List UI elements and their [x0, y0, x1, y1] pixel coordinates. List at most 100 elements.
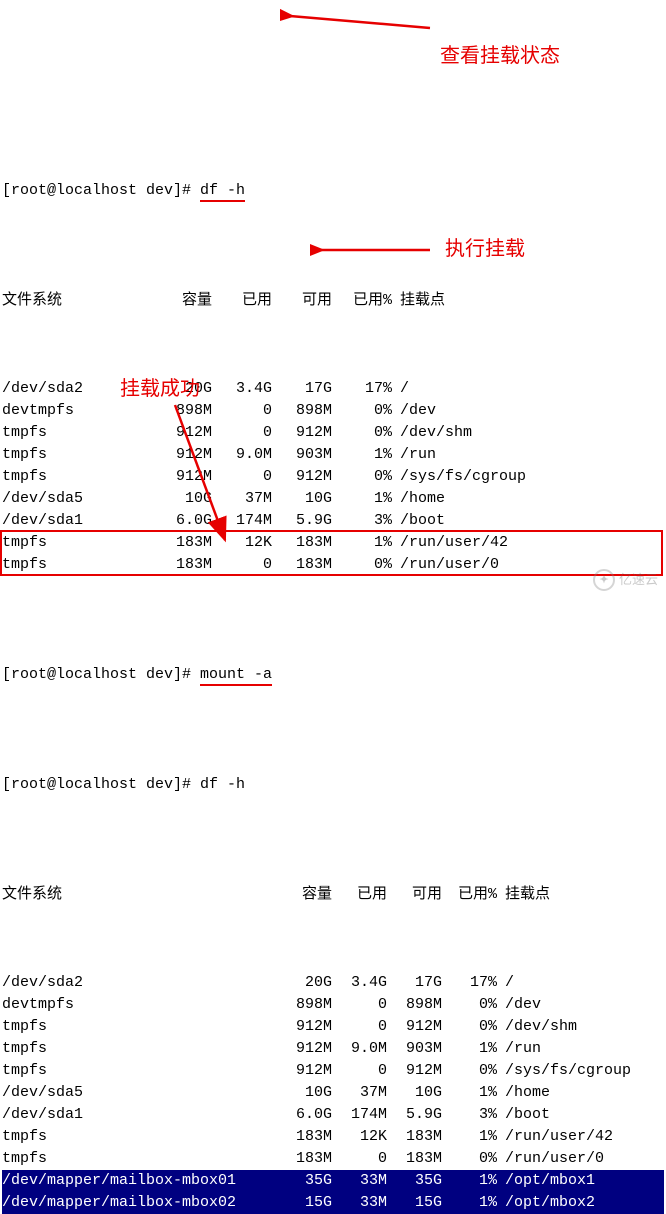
cell-used: 174M	[332, 1104, 387, 1126]
cell-size: 912M	[277, 1016, 332, 1038]
cell-fs: tmpfs	[2, 554, 152, 576]
hdr-usepct: 已用%	[442, 884, 497, 906]
table-row: tmpfs912M0912M0%/dev/shm	[2, 422, 664, 444]
command-mount-a: mount -a	[200, 664, 272, 686]
cell-usepct: 0%	[442, 1148, 497, 1170]
table-row: tmpfs912M0912M0%/sys/fs/cgroup	[2, 1060, 664, 1082]
cell-avail: 912M	[272, 466, 332, 488]
cell-fs: tmpfs	[2, 1126, 277, 1148]
cell-usepct: 0%	[442, 1060, 497, 1082]
cell-fs: /dev/sda5	[2, 1082, 277, 1104]
cell-avail: 17G	[272, 378, 332, 400]
cloud-icon: ✦	[593, 569, 615, 591]
cell-mount: /run	[497, 1038, 541, 1060]
cell-avail: 898M	[387, 994, 442, 1016]
cell-size: 183M	[277, 1148, 332, 1170]
hdr-size: 容量	[152, 290, 212, 312]
cell-avail: 912M	[387, 1016, 442, 1038]
cell-avail: 17G	[387, 972, 442, 994]
arrow-left-icon	[280, 8, 440, 38]
terminal-output[interactable]: [root@localhost dev]# df -h 文件系统容量已用可用已用…	[0, 88, 666, 1214]
annotation-mount-success: 挂载成功	[120, 378, 200, 400]
cell-mount: /dev	[392, 400, 436, 422]
cell-fs: tmpfs	[2, 1148, 277, 1170]
cell-used: 0	[212, 554, 272, 576]
table-row: /dev/sda220G3.4G17G17%/	[2, 972, 664, 994]
cell-mount: /home	[497, 1082, 550, 1104]
cell-fs: tmpfs	[2, 466, 152, 488]
cell-usepct: 3%	[332, 510, 392, 532]
cell-avail: 912M	[387, 1060, 442, 1082]
command-df-h: df -h	[200, 180, 245, 202]
cell-avail: 35G	[387, 1170, 442, 1192]
cell-usepct: 1%	[442, 1082, 497, 1104]
cell-usepct: 0%	[442, 1016, 497, 1038]
cell-fs: tmpfs	[2, 422, 152, 444]
table-row: tmpfs912M0912M0%/sys/fs/cgroup	[2, 466, 664, 488]
cell-usepct: 0%	[332, 554, 392, 576]
cell-mount: /run/user/42	[392, 532, 508, 554]
table-row: /dev/mapper/mailbox-mbox0135G33M35G1%/op…	[2, 1170, 664, 1192]
cell-fs: /dev/sda1	[2, 510, 152, 532]
cell-mount: /sys/fs/cgroup	[497, 1060, 631, 1082]
cell-fs: tmpfs	[2, 444, 152, 466]
cell-avail: 912M	[272, 422, 332, 444]
shell-prompt: [root@localhost dev]#	[2, 774, 200, 796]
table-row: tmpfs183M0183M0%/run/user/0	[2, 1148, 664, 1170]
cell-size: 912M	[152, 422, 212, 444]
cell-usepct: 1%	[332, 444, 392, 466]
cell-used: 0	[212, 466, 272, 488]
hdr-used: 已用	[212, 290, 272, 312]
cell-used: 0	[332, 994, 387, 1016]
cell-avail: 10G	[387, 1082, 442, 1104]
cell-avail: 183M	[387, 1148, 442, 1170]
cell-size: 20G	[277, 972, 332, 994]
cell-mount: /run/user/0	[392, 554, 499, 576]
cell-size: 898M	[277, 994, 332, 1016]
cell-usepct: 0%	[332, 466, 392, 488]
cell-avail: 898M	[272, 400, 332, 422]
cell-size: 898M	[152, 400, 212, 422]
cell-used: 9.0M	[212, 444, 272, 466]
cell-used: 0	[332, 1148, 387, 1170]
cell-fs: tmpfs	[2, 1060, 277, 1082]
cell-avail: 183M	[272, 532, 332, 554]
annotation-execute-mount: 执行挂载	[445, 238, 525, 260]
watermark-text: 亿速云	[619, 569, 658, 591]
table-row: tmpfs183M12K183M1%/run/user/42	[2, 1126, 664, 1148]
cell-usepct: 1%	[442, 1192, 497, 1214]
cell-usepct: 1%	[332, 488, 392, 510]
cell-size: 912M	[152, 466, 212, 488]
cell-mount: /run/user/0	[497, 1148, 604, 1170]
cell-used: 33M	[332, 1170, 387, 1192]
cell-used: 12K	[212, 532, 272, 554]
cell-mount: /	[497, 972, 514, 994]
cell-usepct: 0%	[442, 994, 497, 1016]
cell-avail: 183M	[272, 554, 332, 576]
table-row: /dev/sda16.0G174M5.9G3%/boot	[2, 1104, 664, 1126]
cell-size: 183M	[277, 1126, 332, 1148]
hdr-size: 容量	[277, 884, 332, 906]
cell-usepct: 3%	[442, 1104, 497, 1126]
cell-fs: tmpfs	[2, 1016, 277, 1038]
table-row: devtmpfs898M0898M0%/dev	[2, 994, 664, 1016]
cell-usepct: 1%	[442, 1126, 497, 1148]
hdr-fs: 文件系统	[2, 884, 277, 906]
table-row: /dev/mapper/mailbox-mbox0215G33M15G1%/op…	[2, 1192, 664, 1214]
cell-fs: /dev/sda2	[2, 972, 277, 994]
cell-fs: devtmpfs	[2, 994, 277, 1016]
cell-size: 912M	[152, 444, 212, 466]
cell-size: 183M	[152, 554, 212, 576]
cell-size: 912M	[277, 1060, 332, 1082]
cell-used: 0	[332, 1060, 387, 1082]
cell-used: 3.4G	[332, 972, 387, 994]
cell-size: 35G	[277, 1170, 332, 1192]
table-row: /dev/sda16.0G174M5.9G3%/boot	[2, 510, 664, 532]
table-row: /dev/sda510G37M10G1%/home	[2, 488, 664, 510]
hdr-mount: 挂载点	[497, 884, 550, 906]
cell-usepct: 1%	[442, 1038, 497, 1060]
table-row: tmpfs183M12K183M1%/run/user/42	[2, 532, 664, 554]
cell-avail: 903M	[272, 444, 332, 466]
cell-size: 10G	[152, 488, 212, 510]
prompt-line-1: [root@localhost dev]# df -h	[2, 180, 664, 202]
